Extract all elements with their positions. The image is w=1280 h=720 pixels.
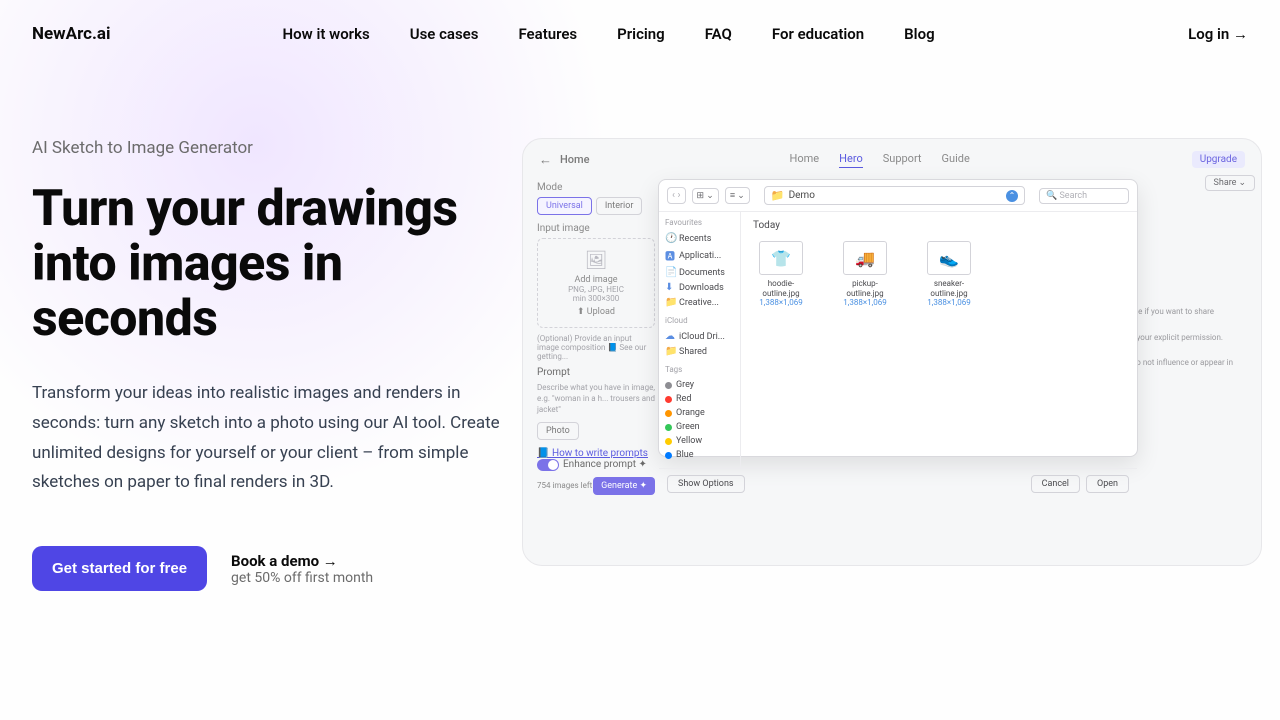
- mode-universal: Universal: [537, 197, 592, 215]
- mode-label: Mode: [537, 182, 655, 193]
- document-icon: 📄: [665, 267, 675, 278]
- folder-selector: 📁 Demo ⌃: [764, 186, 1025, 205]
- finder-search: 🔍 Search: [1039, 188, 1129, 204]
- preview-right-text: hoice if you want to share out your expl…: [1123, 306, 1243, 370]
- get-started-button[interactable]: Get started for free: [32, 546, 207, 591]
- photo-pill: Photo: [537, 422, 579, 440]
- finder-nav-arrows: ‹ ›: [667, 187, 686, 204]
- file-sneaker: 👟 sneaker-outline.jpg 1,388×1,069: [921, 241, 977, 307]
- folder-icon: 📁: [771, 189, 785, 202]
- nav-faq[interactable]: FAQ: [705, 25, 732, 43]
- image-icon: 🖼: [585, 250, 608, 271]
- tag-orange: Orange: [665, 406, 734, 420]
- sidebar-shared: 📁Shared: [665, 344, 734, 359]
- nav-use-cases[interactable]: Use cases: [410, 25, 479, 43]
- hoodie-thumbnail: 👕: [759, 241, 803, 275]
- nav-blog[interactable]: Blog: [904, 25, 934, 43]
- preview-tab-support: Support: [883, 152, 922, 168]
- upload-dropzone: 🖼 Add image PNG, JPG, HEIC min 300×300 ⬆…: [537, 238, 655, 328]
- shared-icon: 📁: [665, 346, 675, 357]
- sidebar-downloads: ⬇Downloads: [665, 280, 734, 295]
- min-size-text: min 300×300: [573, 294, 620, 303]
- sneaker-thumbnail: 👟: [927, 241, 971, 275]
- preview-tab-guide: Guide: [942, 152, 970, 168]
- clock-icon: 🕐: [665, 233, 675, 244]
- formats-text: PNG, JPG, HEIC: [568, 285, 624, 294]
- tag-yellow: Yellow: [665, 434, 734, 448]
- file-hoodie: 👕 hoodie-outline.jpg 1,388×1,069: [753, 241, 809, 307]
- file-picker-dialog: ‹ › ⊞ ⌄ ≡ ⌄ 📁 Demo ⌃ 🔍 Search Favourites…: [658, 179, 1138, 457]
- show-options-button: Show Options: [667, 475, 745, 493]
- pickup-thumbnail: 🚚: [843, 241, 887, 275]
- add-image-text: Add image: [574, 275, 617, 285]
- sidebar-creative: 📁Creative...: [665, 295, 734, 310]
- nav-education[interactable]: For education: [772, 25, 864, 43]
- tag-green: Green: [665, 420, 734, 434]
- enhance-label: Enhance prompt ✦: [563, 459, 647, 470]
- finder-sidebar: Favourites 🕐Recents 🅰Applicati... 📄Docum…: [659, 212, 741, 468]
- back-arrow-icon: ←: [539, 152, 552, 168]
- download-icon: ⬇: [665, 282, 675, 293]
- folder-icon: 📁: [665, 297, 675, 308]
- folder-expand-icon: ⌃: [1006, 190, 1018, 202]
- prompt-label: Prompt: [537, 367, 655, 378]
- preview-tab-home: Home: [790, 152, 820, 168]
- sidebar-documents: 📄Documents: [665, 265, 734, 280]
- book-demo-link[interactable]: Book a demo → get 50% off first month: [231, 552, 373, 586]
- enhance-toggle: [537, 459, 559, 471]
- how-to-prompts-link: 📘 How to write prompts: [537, 448, 655, 459]
- hero-description: Transform your ideas into realistic imag…: [32, 379, 502, 498]
- main-nav: How it works Use cases Features Pricing …: [283, 25, 935, 43]
- nav-pricing[interactable]: Pricing: [617, 25, 665, 43]
- file-dims: 1,388×1,069: [759, 298, 802, 307]
- optional-text: (Optional) Provide an input image compos…: [537, 334, 655, 361]
- images-left-text: 754 images left: [537, 481, 592, 490]
- upgrade-badge: Upgrade: [1192, 151, 1245, 168]
- nav-how-it-works[interactable]: How it works: [283, 25, 370, 43]
- tag-blue: Blue: [665, 448, 734, 462]
- tags-header: Tags: [665, 365, 734, 374]
- sidebar-recents: 🕐Recents: [665, 231, 734, 246]
- file-pickup: 🚚 pickup-outline.jpg 1,388×1,069: [837, 241, 893, 307]
- cloud-icon: ☁: [665, 331, 675, 342]
- demo-title: Book a demo →: [231, 552, 373, 570]
- open-button: Open: [1086, 475, 1129, 493]
- file-dims: 1,388×1,069: [843, 298, 886, 307]
- app-preview: ← Home Home Hero Support Guide Upgrade S…: [522, 138, 1262, 566]
- upload-link: ⬆ Upload: [577, 307, 615, 317]
- today-label: Today: [753, 220, 1125, 231]
- app-icon: 🅰: [665, 248, 675, 263]
- hero-title: Turn your drawings into images in second…: [32, 182, 502, 347]
- mode-interior: Interior: [596, 197, 643, 215]
- logo[interactable]: NewArc.ai: [32, 24, 111, 44]
- view-list-icon: ≡ ⌄: [725, 187, 750, 204]
- file-name: pickup-outline.jpg: [837, 279, 893, 298]
- tag-grey: Grey: [665, 378, 734, 392]
- login-link[interactable]: Log in →: [1188, 25, 1248, 43]
- view-grid-icon: ⊞ ⌄: [692, 188, 719, 204]
- file-dims: 1,388×1,069: [927, 298, 970, 307]
- tag-red: Red: [665, 392, 734, 406]
- generate-button: Generate ✦: [593, 477, 655, 495]
- sidebar-icloud-drive: ☁iCloud Dri...: [665, 329, 734, 344]
- nav-features[interactable]: Features: [518, 25, 577, 43]
- sidebar-applications: 🅰Applicati...: [665, 246, 734, 265]
- file-name: sneaker-outline.jpg: [921, 279, 977, 298]
- input-image-label: Input image: [537, 223, 655, 234]
- demo-subtitle: get 50% off first month: [231, 570, 373, 586]
- home-breadcrumb: Home: [560, 153, 590, 166]
- prompt-hint: Describe what you have in image, e.g. "w…: [537, 382, 655, 416]
- hero-eyebrow: AI Sketch to Image Generator: [32, 138, 502, 158]
- icloud-header: iCloud: [665, 316, 734, 325]
- cancel-button: Cancel: [1031, 475, 1080, 493]
- file-name: hoodie-outline.jpg: [753, 279, 809, 298]
- favourites-header: Favourites: [665, 218, 734, 227]
- preview-tab-hero: Hero: [839, 152, 863, 168]
